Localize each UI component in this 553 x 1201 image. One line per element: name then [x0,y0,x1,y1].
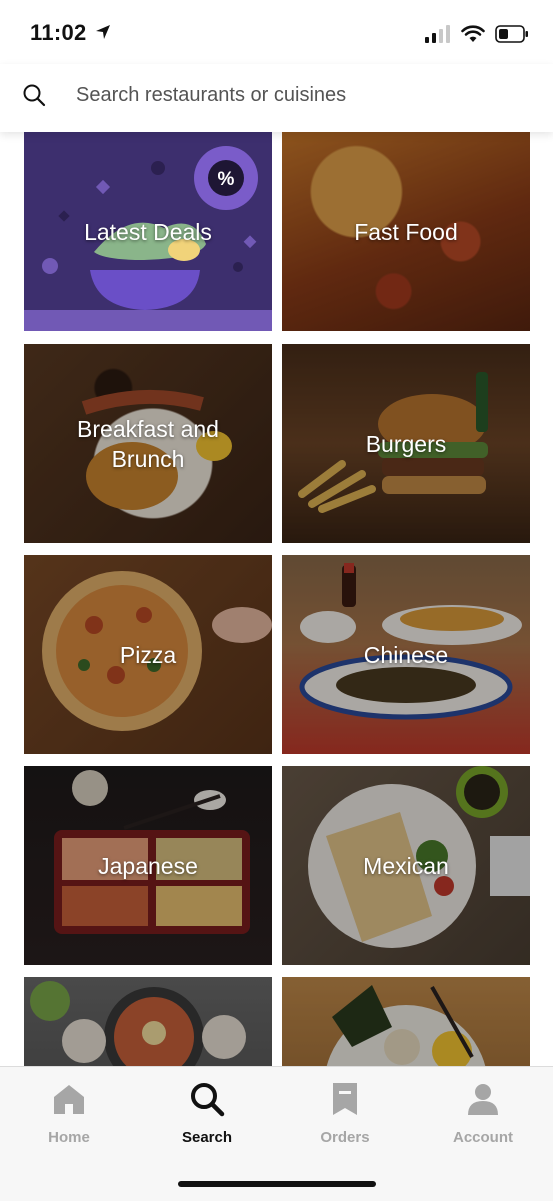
category-tile-breakfast-and-brunch[interactable]: Breakfast and Brunch [24,344,272,543]
status-bar: 11:02 [0,0,553,64]
category-label: Mexican [363,852,449,879]
category-label: Burgers [365,430,447,457]
category-tile-chinese[interactable]: Chinese [282,555,530,754]
receipt-icon [333,1083,357,1115]
category-label: Chinese [363,641,449,668]
category-label: Pizza [119,641,177,668]
battery-icon [495,25,528,43]
tab-home[interactable]: Home [0,1077,138,1146]
search-icon [23,84,46,107]
tab-orders[interactable]: Orders [276,1077,414,1146]
search-input[interactable] [76,78,516,112]
person-icon [468,1084,498,1115]
category-tile-partial-korean[interactable] [24,977,272,1066]
svg-text:%: % [218,169,235,190]
tab-account[interactable]: Account [414,1077,552,1146]
category-label: Japanese [98,852,198,879]
home-icon [54,1085,84,1114]
tab-label: Orders [320,1129,370,1146]
tab-label: Home [48,1129,90,1146]
wifi-icon [461,25,485,42]
location-arrow-icon [96,25,110,39]
search-icon [191,1083,225,1117]
home-indicator [178,1181,376,1187]
search-header [0,64,553,132]
status-icons [425,24,529,44]
category-grid: % Latest Deals Fast Food Breakfast and B… [0,132,553,1066]
category-tile-japanese[interactable]: Japanese [24,766,272,965]
category-tile-mexican[interactable]: Mexican [282,766,530,965]
category-label: Fast Food [354,218,458,245]
category-tile-latest-deals[interactable]: % Latest Deals [24,132,272,331]
tab-label: Search [181,1129,233,1146]
category-tile-pizza[interactable]: Pizza [24,555,272,754]
category-tile-partial-ramen[interactable] [282,977,530,1066]
signal-icon [425,25,450,43]
tab-label: Account [453,1129,513,1146]
category-tile-burgers[interactable]: Burgers [282,344,530,543]
category-tile-fast-food[interactable]: Fast Food [282,132,530,331]
category-label: Breakfast and Brunch [77,415,219,472]
tab-search[interactable]: Search [138,1077,276,1146]
status-time: 11:02 [30,20,87,45]
category-label: Latest Deals [84,218,212,245]
